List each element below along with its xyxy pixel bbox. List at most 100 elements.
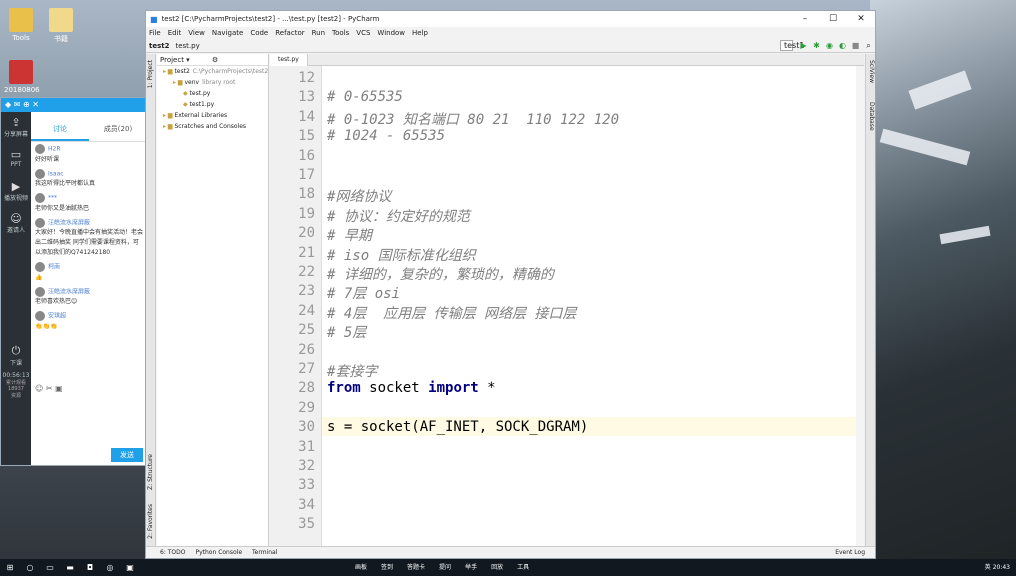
avatar xyxy=(35,217,45,228)
terminal-tool-tab[interactable]: Terminal xyxy=(252,549,277,556)
project-tool-tab[interactable]: 1: Project xyxy=(147,60,154,88)
run-config-select[interactable]: test1 xyxy=(780,40,804,51)
start-icon[interactable]: ⊞ xyxy=(0,563,20,572)
classroom-tool-2[interactable]: 答题卡 xyxy=(407,559,425,576)
debug-icon[interactable]: ✱ xyxy=(810,41,823,50)
profile-icon[interactable]: ◐ xyxy=(836,41,849,50)
project-view-select[interactable]: Project xyxy=(160,56,184,64)
browser-icon[interactable]: ◎ xyxy=(100,563,120,572)
menu-run[interactable]: Run xyxy=(312,29,325,37)
search-icon[interactable]: ⌕ xyxy=(862,41,875,51)
menu-tools[interactable]: Tools xyxy=(332,29,349,37)
classroom-tool-6[interactable]: 工具 xyxy=(517,559,529,576)
left-tool-strip: 1: Project Z: Structure 2: Favorites xyxy=(146,54,156,546)
code-line: #网络协议 xyxy=(327,189,392,206)
task-view-icon[interactable]: ▭ xyxy=(40,563,60,572)
search-icon[interactable]: ○ xyxy=(20,563,40,572)
breadcrumb-project[interactable]: test2 xyxy=(149,42,169,50)
clock: 20:43 xyxy=(992,564,1010,571)
editor-scrollbar[interactable] xyxy=(856,66,864,546)
tab-members[interactable]: 成员(20) xyxy=(89,112,147,141)
tree-item-label: test.py xyxy=(189,90,211,97)
share-screen-button[interactable]: ⇪ 分享屏幕 xyxy=(1,112,31,144)
input-language[interactable]: 英 xyxy=(985,564,991,571)
gear-icon[interactable]: ⚙ xyxy=(212,56,218,64)
chat-sender: H2R xyxy=(48,145,61,153)
tree-item[interactable]: ▸ ▆ test2 C:\PycharmProjects\test2 xyxy=(157,66,268,77)
line-number: 17 xyxy=(298,167,315,183)
python-console-tool-tab[interactable]: Python Console xyxy=(195,549,242,556)
qq-sidebar: ⇪ 分享屏幕 ▭ PPT ▶ 播放视频 ☺ 邀请人 ⏻ 下课 00:56:13 累计观看 … xyxy=(1,112,31,465)
classroom-tool-1[interactable]: 签到 xyxy=(381,559,393,576)
tree-item[interactable]: ▸ ▆ Scratches and Consoles xyxy=(157,121,268,132)
classroom-tool-5[interactable]: 回放 xyxy=(491,559,503,576)
folder-icon[interactable]: ▬ xyxy=(60,563,80,572)
menu-code[interactable]: Code xyxy=(250,29,268,37)
line-number: 14 xyxy=(298,108,315,125)
stop-icon[interactable]: ■ xyxy=(849,41,862,50)
breadcrumb-file[interactable]: test.py xyxy=(175,42,199,50)
menu-window[interactable]: Window xyxy=(377,29,405,37)
tree-item-label: venv xyxy=(184,79,200,86)
classroom-tool-0[interactable]: 画板 xyxy=(355,559,367,576)
maximize-button[interactable]: ☐ xyxy=(819,14,847,24)
line-number: 22 xyxy=(298,264,315,280)
emoji-icon[interactable]: ☺ xyxy=(35,384,43,393)
desktop-icon-date[interactable]: 20180806 xyxy=(4,60,40,94)
line-number: 13 xyxy=(298,89,315,106)
code-line: # 0-65535 xyxy=(327,89,403,106)
menu-navigate[interactable]: Navigate xyxy=(212,29,243,37)
send-button[interactable]: 发送 xyxy=(111,448,143,462)
tree-item-label: test2 xyxy=(174,68,190,75)
menu-bar: File Edit View Navigate Code Refactor Run Tools… xyxy=(146,27,875,39)
close-button[interactable]: ✕ xyxy=(847,14,875,24)
editor: test.py 12 13 14 15 16 17 18 19 20 21 22 23 24 25 26 27… xyxy=(270,54,864,546)
chat-text: 👍 xyxy=(35,273,43,281)
avatar xyxy=(35,286,45,297)
code-area[interactable]: # 0-65535 # 0-1023 知名端口 80 21 110 122 120… xyxy=(322,66,856,546)
sciview-tool-tab[interactable]: SciView xyxy=(868,60,875,83)
chat-text: 大家好！今晚直播中会有抽奖活动！老会出二维码抽奖 同学们需要课程资料，可以添加我… xyxy=(35,229,144,256)
menu-edit[interactable]: Edit xyxy=(168,29,182,37)
coverage-icon[interactable]: ◉ xyxy=(823,41,836,50)
menu-vcs[interactable]: VCS xyxy=(356,29,370,37)
database-tool-tab[interactable]: Database xyxy=(868,102,875,131)
menu-file[interactable]: File xyxy=(149,29,161,37)
tree-item[interactable]: ▸ ▆ External Libraries xyxy=(157,110,268,121)
store-icon[interactable]: ◘ xyxy=(80,563,100,572)
menu-refactor[interactable]: Refactor xyxy=(275,29,304,37)
tree-item[interactable]: ◆ test1.py xyxy=(157,99,268,110)
play-video-button[interactable]: ▶ 播放视频 xyxy=(1,176,31,208)
line-number: 26 xyxy=(298,341,315,358)
editor-tab-test-py[interactable]: test.py xyxy=(270,54,308,66)
minimize-button[interactable]: – xyxy=(791,14,819,24)
favorites-tool-tab[interactable]: 2: Favorites xyxy=(147,504,154,539)
image-icon[interactable]: ▣ xyxy=(55,384,63,393)
project-panel: Project ▾ ⚙ ▸ ▆ test2 C:\PycharmProjects\… xyxy=(157,54,269,546)
tree-item[interactable]: ◆ test.py xyxy=(157,88,268,99)
menu-view[interactable]: View xyxy=(188,29,205,37)
classroom-tool-4[interactable]: 举手 xyxy=(465,559,477,576)
structure-tool-tab[interactable]: Z: Structure xyxy=(147,454,154,490)
code-line: # 协议：约定好的规范 xyxy=(327,208,470,225)
line-number: 21 xyxy=(298,244,315,261)
pycharm-task-icon[interactable]: ▣ xyxy=(120,563,140,572)
folder-icon: ▸ ▆ xyxy=(173,79,185,86)
ppt-button[interactable]: ▭ PPT xyxy=(1,144,31,176)
pycharm-window: ■ test2 [C:\PycharmProjects\test2] - ...… xyxy=(145,10,876,559)
end-class-button[interactable]: ⏻ 下课 xyxy=(1,340,31,372)
desktop-icon-books[interactable]: 书籍 xyxy=(44,8,78,44)
qq-titlebar: ◆ ✉ ⊕ ✕ xyxy=(1,98,147,112)
tab-discuss[interactable]: 讨论 xyxy=(31,112,89,141)
invite-button[interactable]: ☺ 邀请人 xyxy=(1,208,31,240)
classroom-tool-3[interactable]: 提问 xyxy=(439,559,451,576)
event-log-button[interactable]: Event Log xyxy=(835,549,865,556)
scissors-icon[interactable]: ✂ xyxy=(46,384,53,393)
run-icon[interactable]: ▶ xyxy=(797,41,810,50)
todo-tool-tab[interactable]: 6: TODO xyxy=(160,549,185,556)
menu-help[interactable]: Help xyxy=(412,29,428,37)
line-number: 28 xyxy=(298,380,315,397)
tree-item[interactable]: ▸ ▆ venv library root xyxy=(157,77,268,88)
chat-text: 👏👏👏 xyxy=(35,322,58,330)
desktop-icon-tools[interactable]: Tools xyxy=(4,8,38,42)
